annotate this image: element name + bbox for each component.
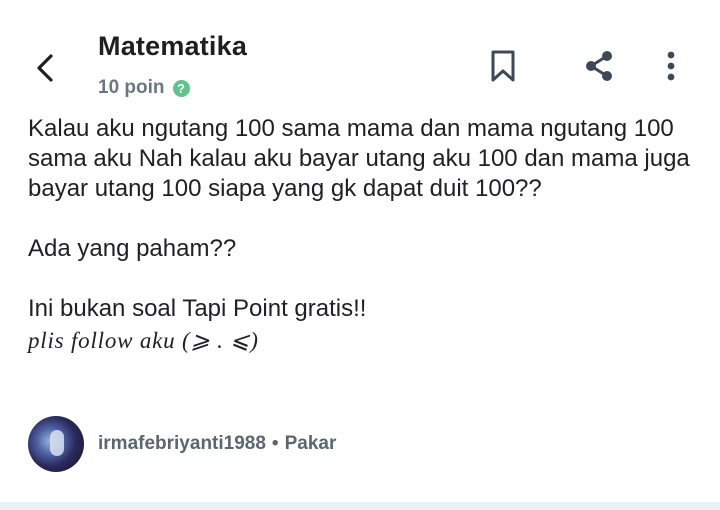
math-text: plis follow aku (⩾ . ⩽) [28, 328, 259, 353]
author-username[interactable]: irmafebriyanti1988 [98, 433, 266, 455]
help-icon[interactable]: ? [172, 79, 190, 97]
bottom-divider [0, 502, 720, 510]
avatar[interactable] [28, 416, 84, 472]
points-row: 10 poin ? [98, 77, 190, 99]
question-paragraph: Ini bukan soal Tapi Point gratis!! [28, 295, 367, 322]
back-button[interactable] [26, 48, 66, 88]
back-arrow-icon [37, 54, 53, 82]
more-options-button[interactable] [651, 46, 691, 86]
question-paragraph: Kalau aku ngutang 100 sama mama dan mama… [28, 115, 690, 202]
share-button[interactable] [579, 46, 619, 86]
bookmark-button[interactable] [483, 46, 523, 86]
points-label: 10 poin [98, 77, 165, 98]
more-vertical-icon [667, 51, 675, 81]
author-separator: • [271, 433, 279, 454]
question-paragraph: Ada yang paham?? [28, 235, 237, 262]
question-body: Kalau aku ngutang 100 sama mama dan mama… [28, 114, 708, 356]
bookmark-icon [491, 50, 515, 82]
author-row[interactable]: irmafebriyanti1988 • Pakar [28, 416, 336, 472]
subject-title[interactable]: Matematika [98, 31, 247, 62]
author-info: irmafebriyanti1988 • Pakar [98, 433, 336, 455]
author-rank: Pakar [284, 433, 337, 454]
share-icon [586, 51, 612, 81]
